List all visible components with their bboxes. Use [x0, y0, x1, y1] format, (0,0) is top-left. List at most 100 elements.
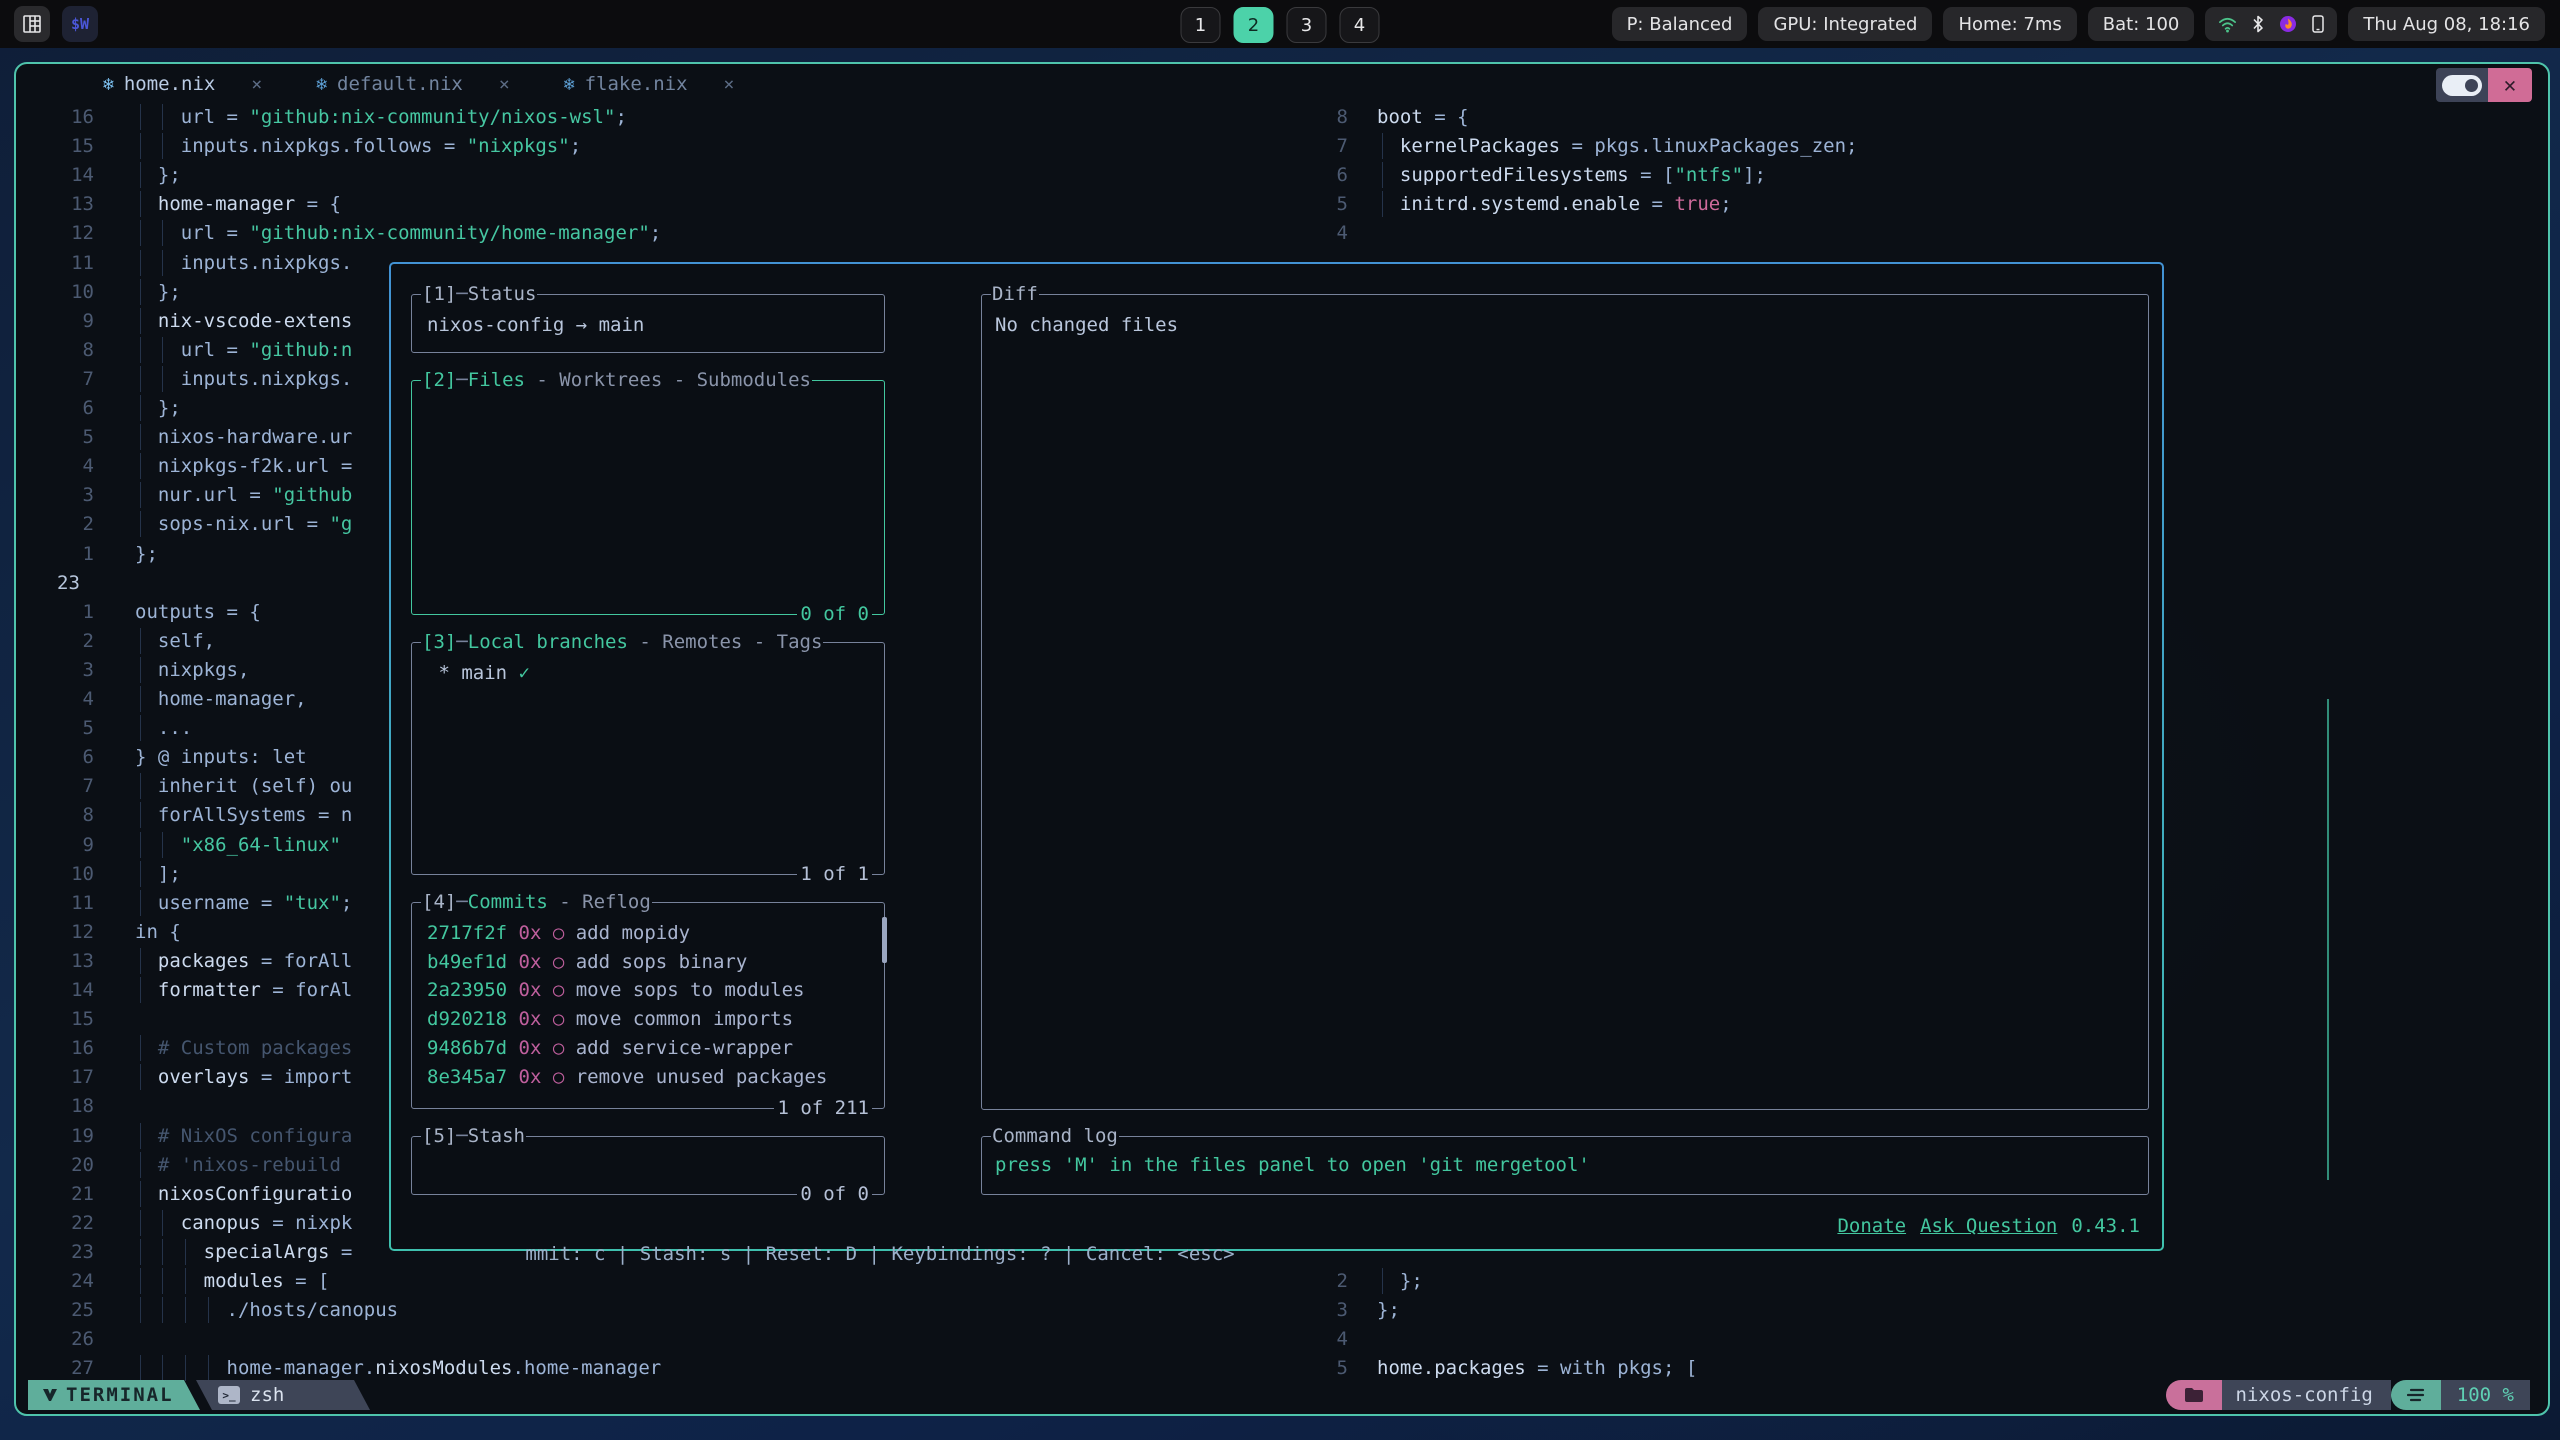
status-panel-number: [1]	[422, 283, 456, 305]
terminal-window: ❄home.nix×❄default.nix×❄flake.nix× ✕ 16 …	[14, 62, 2550, 1416]
lazygit-branches-panel[interactable]: [3]Local branches - Remotes - Tags * mai…	[411, 642, 885, 875]
line-number: 3	[32, 481, 94, 510]
branches-tab[interactable]: Local branches	[468, 631, 628, 653]
code-line: 7 kernelPackages = pkgs.linuxPackages_ze…	[16, 132, 2548, 162]
code-text: inherit (self) ou	[135, 772, 352, 801]
line-number: 6	[32, 743, 94, 772]
commit-status-icon: 0x ○	[519, 1008, 576, 1030]
line-number: 2	[1310, 1267, 1348, 1296]
scroll-percentage: 100 %	[2441, 1380, 2530, 1410]
right-pane-scrollbar[interactable]	[2327, 699, 2329, 1180]
code-text: };	[1377, 1267, 1423, 1296]
commit-row[interactable]: b49ef1d 0x ○ add sops binary	[427, 948, 747, 977]
code-text: nixpkgs,	[135, 656, 249, 685]
commit-row[interactable]: 2a23950 0x ○ move sops to modules	[427, 976, 805, 1005]
branches-other-tabs[interactable]: - Remotes - Tags	[628, 631, 822, 653]
workspace-button-4[interactable]: 4	[1340, 7, 1380, 43]
commits-scrollbar[interactable]	[882, 917, 887, 963]
commit-message: move sops to modules	[576, 979, 805, 1001]
line-number: 7	[32, 772, 94, 801]
code-text: initrd.systemd.enable = true;	[1377, 190, 1732, 219]
commit-status-icon: 0x ○	[519, 922, 576, 944]
code-text: overlays = import	[135, 1063, 352, 1092]
lazygit-stash-panel[interactable]: [5]Stash 0 of 0	[411, 1136, 885, 1195]
workspace-badge-button[interactable]: $W	[62, 6, 98, 42]
code-text: boot = {	[1377, 103, 1469, 132]
scroll-segment[interactable]	[2391, 1380, 2441, 1410]
commits-tab[interactable]: Commits	[468, 891, 548, 913]
line-number: 3	[32, 656, 94, 685]
mode-segment[interactable]: TERMINAL	[28, 1380, 200, 1410]
diff-panel-title: Diff	[992, 283, 1038, 305]
tray-icons[interactable]	[2205, 7, 2337, 41]
workspace-button-1[interactable]: 1	[1181, 7, 1221, 43]
keybindings-text: mmit: c | Stash: s | Reset: D | Keybindi…	[525, 1243, 1234, 1265]
code-text: # 'nixos-rebuild	[135, 1151, 341, 1180]
code-text: "x86_64-linux"	[135, 831, 341, 860]
code-line: 8 boot = {	[16, 103, 2548, 133]
diff-content: No changed files	[995, 311, 1178, 340]
code-text: forAllSystems = n	[135, 801, 352, 830]
command-log-content: press 'M' in the files panel to open 'gi…	[995, 1151, 1590, 1180]
commits-other-tabs[interactable]: - Reflog	[548, 891, 651, 913]
code-text: outputs = {	[135, 598, 261, 627]
line-number: 8	[1310, 103, 1348, 132]
code-text: } @ inputs: let	[135, 743, 307, 772]
line-number: 22	[32, 1209, 94, 1238]
code-text: };	[135, 278, 181, 307]
lazygit-ui: [1]Status nixos-config → main [2]Files -…	[391, 264, 2162, 1249]
workspace-button-2[interactable]: 2	[1234, 7, 1274, 43]
stash-panel-number: [5]	[422, 1125, 456, 1147]
commit-row[interactable]: 9486b7d 0x ○ add service-wrapper	[427, 1034, 793, 1063]
line-number: 6	[32, 394, 94, 423]
commit-status-icon: 0x ○	[519, 979, 576, 1001]
module-bat[interactable]: Bat: 100	[2088, 7, 2195, 41]
repo-segment[interactable]	[2166, 1380, 2222, 1410]
lazygit-commits-panel[interactable]: [4]Commits - Reflog 2717f2f 0x ○ add mop…	[411, 902, 885, 1109]
code-line: 5 initrd.systemd.enable = true;	[16, 190, 2548, 220]
commit-row[interactable]: d920218 0x ○ move common imports	[427, 1005, 793, 1034]
branch-row[interactable]: * main ✓	[427, 659, 530, 688]
line-number: 5	[32, 423, 94, 452]
code-text: sops-nix.url = "g	[135, 510, 352, 539]
files-tab[interactable]: Files	[468, 369, 525, 391]
commit-row[interactable]: 8e345a7 0x ○ remove unused packages	[427, 1063, 827, 1092]
line-number: 4	[1310, 219, 1348, 248]
line-number: 7	[32, 365, 94, 394]
lazygit-command-log-panel[interactable]: Command log press 'M' in the files panel…	[981, 1136, 2149, 1195]
line-number: 15	[32, 1005, 94, 1034]
line-number: 4	[32, 452, 94, 481]
shell-tab[interactable]: >_ zsh	[180, 1380, 370, 1410]
module-p[interactable]: P: Balanced	[1612, 7, 1748, 41]
code-text: nixos-hardware.ur	[135, 423, 352, 452]
files-other-tabs[interactable]: - Worktrees - Submodules	[525, 369, 811, 391]
workspace-button-3[interactable]: 3	[1287, 7, 1327, 43]
lazygit-files-panel[interactable]: [2]Files - Worktrees - Submodules 0 of 0	[411, 380, 885, 615]
line-number: 5	[32, 714, 94, 743]
shell-label: zsh	[250, 1384, 284, 1406]
stash-tab[interactable]: Stash	[468, 1125, 525, 1147]
code-text: home-manager,	[135, 685, 307, 714]
line-number: 10	[32, 278, 94, 307]
code-text: };	[135, 394, 181, 423]
bluetooth-icon	[2252, 15, 2264, 33]
line-number: 2	[32, 627, 94, 656]
commit-hash: 2717f2f	[427, 922, 519, 944]
app-launcher-button[interactable]	[14, 6, 50, 42]
commit-hash: 8e345a7	[427, 1066, 519, 1088]
code-text: kernelPackages = pkgs.linuxPackages_zen;	[1377, 132, 1857, 161]
code-text: nixpkgs-f2k.url =	[135, 452, 352, 481]
module-home[interactable]: Home: 7ms	[1943, 7, 2076, 41]
lazygit-link-donate[interactable]: Donate	[1837, 1215, 1906, 1237]
module-gpu[interactable]: GPU: Integrated	[1758, 7, 1932, 41]
commit-hash: d920218	[427, 1008, 519, 1030]
lazygit-diff-panel[interactable]: Diff No changed files	[981, 294, 2149, 1110]
lazygit-link-ask-question[interactable]: Ask Question	[1920, 1215, 2057, 1237]
commit-row[interactable]: 2717f2f 0x ○ add mopidy	[427, 919, 690, 948]
code-line: 6 supportedFilesystems = ["ntfs"];	[16, 161, 2548, 191]
clock[interactable]: Thu Aug 08, 18:16	[2348, 7, 2545, 41]
code-text: ];	[135, 860, 181, 889]
line-number: 11	[32, 249, 94, 278]
lazygit-status-panel[interactable]: [1]Status nixos-config → main	[411, 294, 885, 353]
commits-panel-number: [4]	[422, 891, 456, 913]
